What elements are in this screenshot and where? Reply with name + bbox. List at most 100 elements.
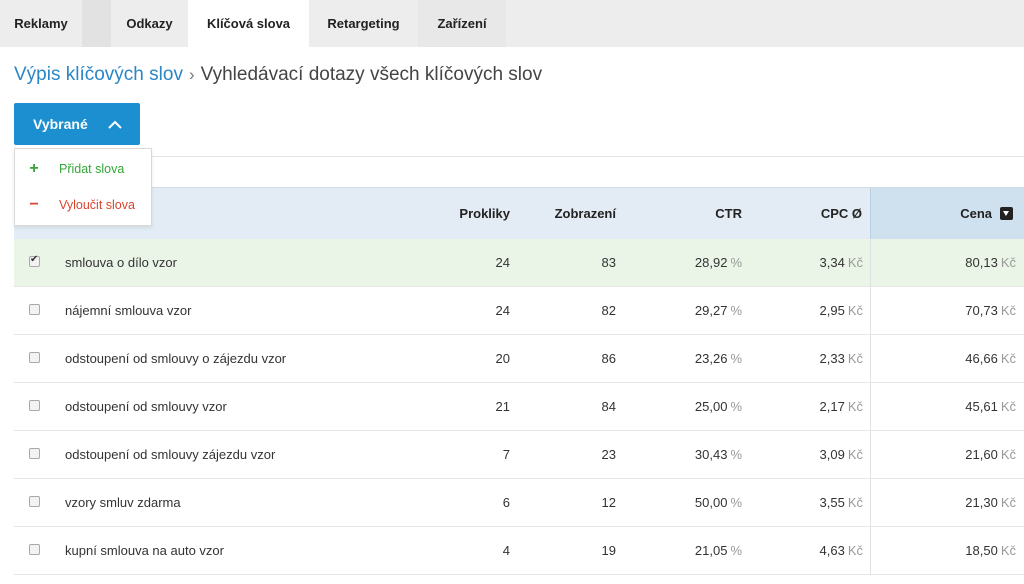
exclude-words-menu-item[interactable]: − Vyloučit slova [15, 187, 151, 223]
row-checkbox[interactable] [29, 496, 40, 507]
percent-unit: % [730, 255, 742, 270]
currency-unit: Kč [847, 351, 863, 366]
cena-column-divider [870, 431, 871, 478]
cpc-cell: 3,55 Kč [754, 479, 863, 526]
prokliky-cell: 7 [502, 447, 510, 462]
cena-cell: 80,13 Kč [874, 239, 1016, 286]
cpc-value: 4,63 [819, 543, 845, 558]
cena-cell: 18,50 Kč [874, 527, 1016, 574]
prokliky-cell: 6 [502, 495, 510, 510]
tab-zarizeni[interactable]: Zařízení [418, 0, 506, 47]
cena-value: 21,60 [965, 447, 998, 462]
table-row[interactable]: odstoupení od smlouvy zájezdu vzor 7 23 30,… [14, 431, 1024, 479]
keyword-cell: smlouva o dílo vzor [65, 255, 177, 270]
keyword-cell: odstoupení od smlouvy vzor [65, 399, 227, 414]
percent-unit: % [730, 495, 742, 510]
tab-klicova-slova[interactable]: Klíčová slova [188, 0, 309, 47]
currency-unit: Kč [1000, 351, 1016, 366]
breadcrumb-separator: › [188, 65, 195, 84]
chevron-up-icon [108, 116, 122, 132]
breadcrumb-link[interactable]: Výpis klíčových slov [14, 64, 183, 85]
percent-unit: % [730, 447, 742, 462]
prokliky-cell: 21 [495, 399, 510, 414]
cena-column-divider [870, 383, 871, 430]
prokliky-cell: 20 [495, 351, 510, 366]
table-row[interactable]: smlouva o dílo vzor248328,92%3,34Kč80,13… [14, 239, 1024, 287]
row-checkbox[interactable] [29, 304, 40, 315]
cena-value: 45,61 [965, 399, 998, 414]
ctr-value: 28,92 [694, 255, 728, 270]
selected-actions-menu: + Přidat slova − Vyloučit slova [14, 148, 152, 226]
currency-unit: Kč [847, 303, 863, 318]
cpc-value: 3,34 [819, 255, 845, 270]
keyword-cell: odstoupení od smlouvy o zájezdu vzor [65, 351, 287, 366]
column-header-prokliky[interactable]: Prokliky [414, 188, 510, 239]
table-row[interactable]: vzory smluv zdarma 6 12 50,00% 3,55 Kč 21,30 Kč [14, 479, 1024, 527]
add-words-label: Přidat slova [59, 162, 125, 176]
zobrazeni-cell: 86 [601, 351, 616, 366]
cpc-cell: 3,34 Kč [754, 239, 863, 286]
percent-unit: % [730, 399, 742, 414]
breadcrumb-current: Vyhledávací dotazy všech klíčových slov [200, 64, 543, 85]
cena-value: 18,50 [965, 543, 998, 558]
column-header-cena-label: Cena [960, 206, 992, 221]
cena-column-divider [870, 287, 871, 334]
keyword-cell: kupní smlouva na auto vzor [65, 543, 224, 558]
cpc-cell: 3,09 Kč [754, 431, 863, 478]
ctr-cell: 25,00% [634, 383, 742, 430]
ctr-cell: 30,43% [634, 431, 742, 478]
tab-retargeting[interactable]: Retargeting [309, 0, 418, 47]
tab-odkazy[interactable]: Odkazy [111, 0, 188, 47]
table-row[interactable]: kupní smlouva na auto vzor 4 19 21,05% 4,63 K… [14, 527, 1024, 575]
cpc-value: 2,33 [819, 351, 845, 366]
ctr-value: 30,43 [694, 447, 728, 462]
ctr-value: 50,00 [694, 495, 728, 510]
minus-icon: − [29, 196, 39, 213]
cpc-cell: 2,95 Kč [754, 287, 863, 334]
cena-value: 80,13 [965, 255, 998, 270]
row-checkbox[interactable] [29, 448, 40, 459]
cena-cell: 21,60 Kč [874, 431, 1016, 478]
percent-unit: % [730, 543, 742, 558]
selected-actions-button[interactable]: Vybrané [14, 103, 140, 145]
divider [14, 156, 1024, 157]
row-checkbox[interactable] [29, 352, 40, 363]
currency-unit: Kč [847, 543, 863, 558]
table-row[interactable]: odstoupení od smlouvy vzor 21 84 25,00% 2,17… [14, 383, 1024, 431]
row-checkbox[interactable] [29, 400, 40, 411]
cena-value: 21,30 [965, 495, 998, 510]
cpc-cell: 2,17 Kč [754, 383, 863, 430]
zobrazeni-cell: 84 [601, 399, 616, 414]
cpc-cell: 2,33 Kč [754, 335, 863, 382]
sort-desc-icon[interactable] [1000, 207, 1013, 220]
ctr-value: 23,26 [694, 351, 728, 366]
prokliky-cell: 24 [495, 255, 510, 270]
cena-value: 46,66 [965, 351, 998, 366]
table-row[interactable]: odstoupení od smlouvy o zájezdu vzor 20 86… [14, 335, 1024, 383]
cpc-value: 3,55 [819, 495, 845, 510]
ctr-cell: 28,92% [634, 239, 742, 286]
column-header-zobrazeni[interactable]: Zobrazení [524, 188, 616, 239]
cpc-value: 2,17 [819, 399, 845, 414]
keyword-cell: vzory smluv zdarma [65, 495, 181, 510]
column-header-cpc[interactable]: CPC Ø [774, 188, 862, 239]
prokliky-cell: 4 [502, 543, 510, 558]
currency-unit: Kč [1000, 255, 1016, 270]
currency-unit: Kč [847, 447, 863, 462]
zobrazeni-cell: 23 [601, 447, 616, 462]
keyword-cell: nájemní smlouva vzor [65, 303, 192, 318]
add-words-menu-item[interactable]: + Přidat slova [15, 151, 151, 187]
cena-column-divider [870, 527, 871, 574]
currency-unit: Kč [1000, 303, 1016, 318]
column-header-ctr[interactable]: CTR [654, 188, 742, 239]
ctr-cell: 23,26% [634, 335, 742, 382]
ctr-cell: 21,05% [634, 527, 742, 574]
table-row[interactable]: nájemní smlouva vzor 24 82 29,27% 2,95 Kč 70,7… [14, 287, 1024, 335]
zobrazeni-cell: 12 [601, 495, 616, 510]
row-checkbox[interactable] [29, 254, 40, 267]
column-header-cena[interactable]: Cena [870, 188, 1024, 239]
row-checkbox[interactable] [29, 544, 40, 555]
currency-unit: Kč [847, 399, 863, 414]
tab-reklamy[interactable]: Reklamy [0, 0, 82, 47]
breadcrumb: Výpis klíčových slov › Vyhledávací dotazy … [14, 64, 542, 86]
